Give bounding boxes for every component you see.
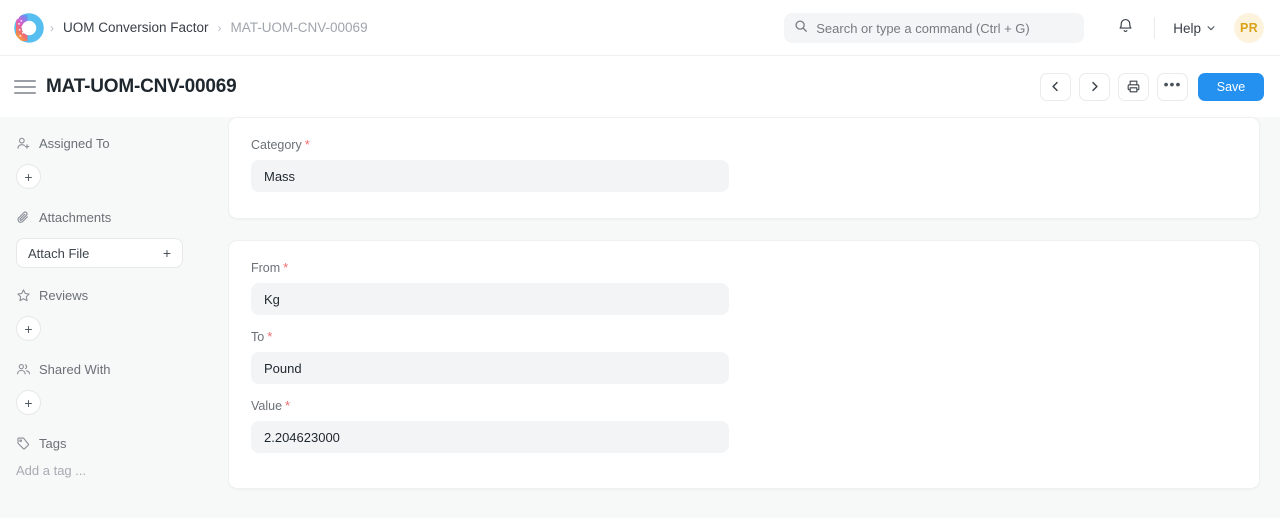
input-to[interactable]: Pound (251, 352, 729, 384)
breadcrumb-separator-1: › (218, 22, 222, 34)
required-indicator: * (285, 399, 290, 413)
page-title: MAT-UOM-CNV-00069 (46, 76, 237, 98)
printer-icon (1126, 79, 1141, 94)
sidebar-label-shared-with: Shared With (39, 362, 111, 377)
tag-icon (16, 436, 31, 451)
hamburger-icon[interactable] (14, 76, 36, 98)
tags-header: Tags (16, 433, 212, 453)
help-menu-button[interactable]: Help (1169, 17, 1220, 40)
sidebar-label-attachments: Attachments (39, 210, 111, 225)
sidebar-section-reviews: Reviews + (16, 285, 212, 341)
breadcrumb-item-current: MAT-UOM-CNV-00069 (231, 20, 368, 35)
more-actions-button[interactable]: ••• (1157, 73, 1188, 101)
field-to: To * Pound (251, 330, 1237, 384)
field-from: From * Kg (251, 261, 1237, 315)
field-category: Category * Mass (251, 138, 1237, 192)
add-assignment-button[interactable]: + (16, 164, 41, 189)
required-indicator: * (267, 330, 272, 344)
attach-file-button[interactable]: Attach File + (16, 238, 183, 268)
workspace: Assigned To + Attachments Attach File + (0, 117, 1280, 518)
input-value[interactable]: 2.204623000 (251, 421, 729, 453)
field-label-value: Value * (251, 399, 1237, 413)
form-main: Category * Mass From * Kg To * Pound (228, 117, 1280, 518)
attachments-header: Attachments (16, 207, 212, 227)
chevron-left-icon (1049, 80, 1062, 93)
print-button[interactable] (1118, 73, 1149, 101)
add-tag-input[interactable]: Add a tag ... (16, 463, 212, 478)
sidebar-label-tags: Tags (39, 436, 66, 451)
required-indicator: * (305, 138, 310, 152)
category-card: Category * Mass (228, 117, 1260, 219)
page-header: MAT-UOM-CNV-00069 ••• Save (0, 56, 1280, 117)
breadcrumb-item-uom-conversion-factor[interactable]: UOM Conversion Factor (63, 20, 209, 35)
navbar-right-group: Search or type a command (Ctrl + G) Help… (784, 0, 1264, 56)
field-label-from: From * (251, 261, 1237, 275)
top-navbar: › UOM Conversion Factor › MAT-UOM-CNV-00… (0, 0, 1280, 56)
sidebar-label-assigned-to: Assigned To (39, 136, 110, 151)
sidebar-section-assigned-to: Assigned To + (16, 133, 212, 189)
label-text-value: Value (251, 399, 282, 413)
users-icon (16, 362, 31, 377)
sidebar-label-reviews: Reviews (39, 288, 88, 303)
assigned-to-header: Assigned To (16, 133, 212, 153)
breadcrumb: › UOM Conversion Factor › MAT-UOM-CNV-00… (50, 20, 368, 35)
label-text-to: To (251, 330, 264, 344)
search-icon (794, 19, 808, 38)
shared-with-header: Shared With (16, 359, 212, 379)
sidebar-section-shared-with: Shared With + (16, 359, 212, 415)
field-label-category: Category * (251, 138, 1237, 152)
label-text-from: From (251, 261, 280, 275)
reviews-header: Reviews (16, 285, 212, 305)
add-review-button[interactable]: + (16, 316, 41, 341)
page-header-actions: ••• Save (1040, 56, 1264, 117)
bell-icon (1117, 17, 1134, 39)
user-plus-icon (16, 136, 31, 151)
help-label: Help (1173, 21, 1201, 36)
conversion-card: From * Kg To * Pound Value * 2.204623000 (228, 240, 1260, 489)
notifications-button[interactable] (1110, 13, 1140, 43)
sidebar-section-attachments: Attachments Attach File + (16, 207, 212, 268)
field-label-to: To * (251, 330, 1237, 344)
paperclip-icon (16, 210, 31, 225)
breadcrumb-separator-0: › (50, 22, 54, 34)
save-button[interactable]: Save (1198, 73, 1264, 101)
search-input[interactable]: Search or type a command (Ctrl + G) (784, 13, 1084, 43)
navbar-divider (1154, 17, 1155, 39)
form-sidebar: Assigned To + Attachments Attach File + (0, 117, 228, 518)
input-category[interactable]: Mass (251, 160, 729, 192)
chevron-down-icon (1206, 21, 1216, 36)
label-text-category: Category (251, 138, 302, 152)
app-logo[interactable] (14, 13, 44, 43)
input-from[interactable]: Kg (251, 283, 729, 315)
chevron-right-icon (1088, 80, 1101, 93)
plus-icon: + (163, 245, 171, 261)
next-document-button[interactable] (1079, 73, 1110, 101)
star-icon (16, 288, 31, 303)
sidebar-section-tags: Tags Add a tag ... (16, 433, 212, 478)
field-value: Value * 2.204623000 (251, 399, 1237, 453)
avatar[interactable]: PR (1234, 13, 1264, 43)
attach-file-label: Attach File (28, 246, 89, 261)
add-share-button[interactable]: + (16, 390, 41, 415)
search-placeholder: Search or type a command (Ctrl + G) (816, 21, 1030, 36)
previous-document-button[interactable] (1040, 73, 1071, 101)
required-indicator: * (283, 261, 288, 275)
